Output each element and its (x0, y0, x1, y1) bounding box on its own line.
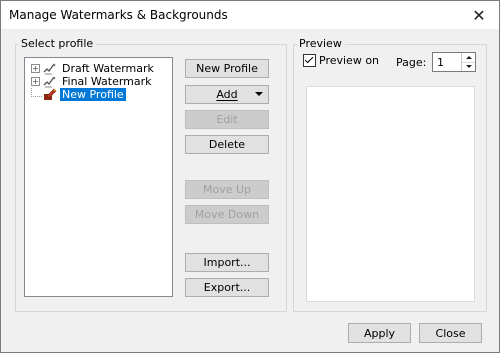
tree-item-new-profile[interactable]: New Profile (31, 88, 126, 101)
preview-canvas (306, 86, 475, 302)
watermark-icon (43, 76, 56, 88)
import-button[interactable]: Import... (185, 253, 269, 272)
close-icon: ✕ (472, 5, 486, 25)
spin-down-button[interactable] (462, 62, 475, 71)
tree-item-draft-watermark[interactable]: + Draft Watermark (31, 62, 156, 75)
close-window-button[interactable]: ✕ (459, 1, 499, 29)
page-value[interactable]: 1 (437, 56, 444, 69)
preview-group-label: Preview (296, 37, 345, 50)
window-title: Manage Watermarks & Backgrounds (9, 8, 228, 22)
apply-button[interactable]: Apply (348, 323, 411, 343)
page-spinner[interactable]: 1 (432, 52, 476, 72)
select-profile-label: Select profile (18, 37, 97, 50)
delete-button[interactable]: Delete (185, 135, 269, 154)
expand-icon[interactable]: + (31, 64, 40, 73)
page-label: Page: (396, 56, 427, 69)
tree-item-label-selected: New Profile (60, 88, 126, 101)
edit-button[interactable]: Edit (185, 110, 269, 129)
tree-item-final-watermark[interactable]: + Final Watermark (31, 75, 154, 88)
move-up-button[interactable]: Move Up (185, 180, 269, 199)
chevron-down-icon (255, 92, 263, 96)
spinner-buttons (461, 53, 475, 71)
triangle-up-icon (465, 56, 472, 59)
expand-icon[interactable]: + (31, 77, 40, 86)
dialog-window: Manage Watermarks & Backgrounds ✕ Select… (0, 0, 500, 353)
move-down-button[interactable]: Move Down (185, 205, 269, 224)
preview-on-checkbox[interactable]: Preview on (303, 54, 379, 67)
new-profile-icon (44, 88, 57, 100)
profile-tree[interactable]: + Draft Watermark + Final Watermark New … (24, 57, 173, 297)
triangle-down-icon (465, 65, 472, 68)
new-profile-button[interactable]: New Profile (185, 59, 269, 78)
add-button-label: Add (216, 88, 238, 101)
checkbox-checked-icon[interactable] (303, 54, 316, 67)
tree-item-label: Draft Watermark (62, 62, 154, 75)
watermark-icon (43, 63, 56, 75)
tree-item-label: Final Watermark (62, 75, 152, 88)
export-button[interactable]: Export... (185, 278, 269, 297)
preview-on-label: Preview on (319, 54, 380, 67)
close-button[interactable]: Close (419, 323, 482, 343)
title-bar: Manage Watermarks & Backgrounds ✕ (1, 1, 499, 29)
tree-connector (31, 88, 42, 97)
add-dropdown-button[interactable]: Add (185, 85, 269, 104)
